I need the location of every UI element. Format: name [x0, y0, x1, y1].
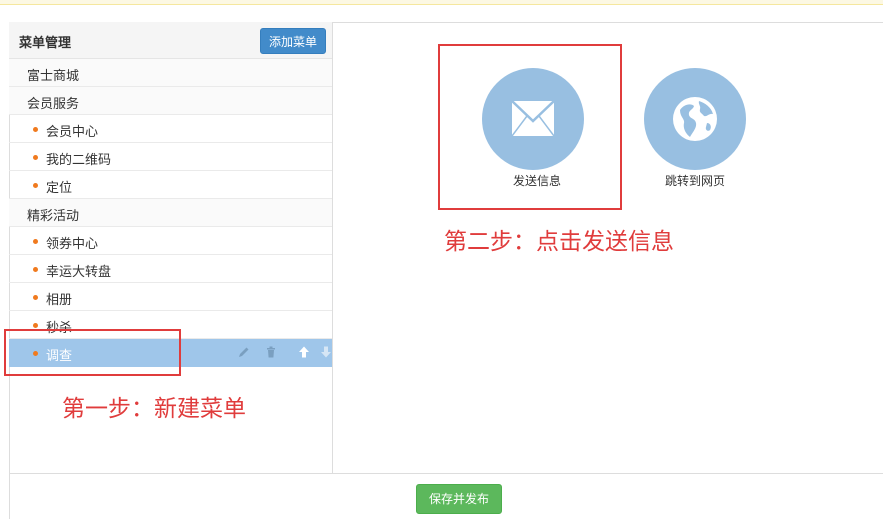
arrow-up-icon[interactable]: [297, 345, 311, 359]
menu-item-album[interactable]: 相册: [9, 283, 332, 311]
menu-item-label: 会员服务: [27, 97, 80, 112]
jump-webpage-label: 跳转到网页: [664, 174, 725, 188]
menu-item-coupon-center[interactable]: 领券中心: [9, 227, 332, 255]
menu-item-activities[interactable]: 精彩活动: [9, 199, 332, 227]
menu-item-label: 相册: [46, 293, 73, 308]
menu-item-label: 幸运大转盘: [46, 265, 112, 280]
globe-icon: [673, 97, 717, 141]
menu-item-label: 领券中心: [46, 237, 99, 252]
jump-webpage-option[interactable]: [644, 68, 746, 170]
menu-item-label: 会员中心: [46, 125, 99, 140]
menu-item-label: 定位: [46, 181, 73, 196]
arrow-down-icon[interactable]: [319, 345, 333, 359]
sidebar-header: 菜单管理 添加菜单: [9, 22, 332, 59]
menu-item-fushi-mall[interactable]: 富士商城: [9, 59, 332, 87]
bullet-icon: [33, 127, 38, 132]
bullet-icon: [33, 323, 38, 328]
menu-item-label: 富士商城: [27, 69, 80, 84]
bullet-icon: [33, 267, 38, 272]
bullet-icon: [33, 183, 38, 188]
step2-annotation: 第二步：点击发送信息: [444, 229, 674, 255]
step1-highlight-box: [4, 329, 181, 376]
sidebar-title: 菜单管理: [19, 36, 72, 51]
menu-item-my-qrcode[interactable]: 我的二维码: [9, 143, 332, 171]
step1-annotation: 第一步：新建菜单: [62, 396, 246, 422]
menu-item-member-service[interactable]: 会员服务: [9, 87, 332, 115]
save-publish-button[interactable]: 保存并发布: [416, 484, 502, 514]
bullet-icon: [33, 239, 38, 244]
menu-item-label: 精彩活动: [27, 209, 80, 224]
bullet-icon: [33, 155, 38, 160]
step2-highlight-box: [438, 44, 622, 210]
bullet-icon: [33, 295, 38, 300]
add-menu-button[interactable]: 添加菜单: [260, 28, 326, 54]
trash-icon[interactable]: [264, 345, 278, 359]
footer-divider: [9, 473, 883, 474]
edit-icon[interactable]: [237, 345, 251, 359]
alert-bar: [0, 0, 883, 5]
menu-item-label: 我的二维码: [46, 153, 112, 168]
menu-item-location[interactable]: 定位: [9, 171, 332, 199]
menu-item-member-center[interactable]: 会员中心: [9, 115, 332, 143]
menu-item-lucky-wheel[interactable]: 幸运大转盘: [9, 255, 332, 283]
